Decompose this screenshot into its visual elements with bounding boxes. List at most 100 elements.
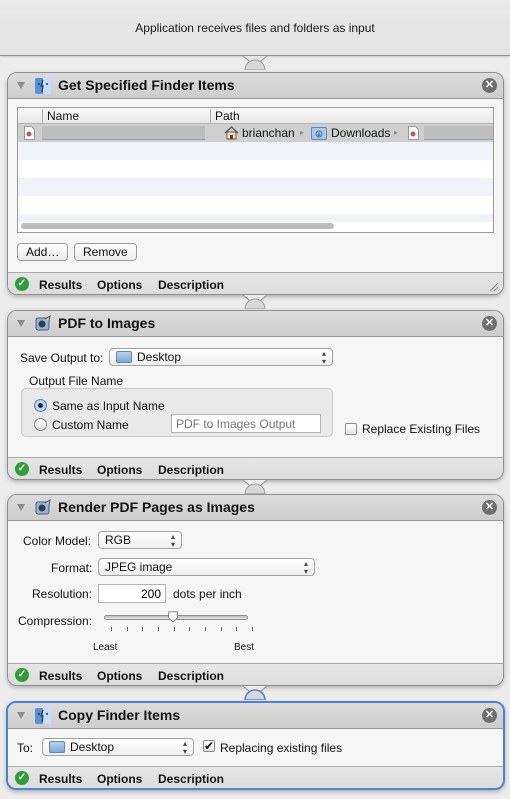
format-popup[interactable]: JPEG image ▴ ▾ — [98, 558, 315, 576]
description-tab[interactable]: Description — [158, 669, 224, 683]
same-as-input-label[interactable]: Same as Input Name — [52, 399, 165, 413]
slider-tick — [189, 627, 191, 631]
format-label: Format: — [51, 561, 93, 575]
workflow-input-banner: Application receives files and folders a… — [0, 0, 510, 56]
action-footer: ✓ Results Options Description — [8, 663, 503, 685]
column-header-name[interactable]: Name — [42, 109, 210, 123]
document-icon — [408, 126, 419, 140]
action-footer: ✓ Results Options Description — [8, 272, 503, 294]
disclosure-triangle-icon[interactable] — [17, 320, 25, 327]
action-pdf-to-images[interactable]: PDF to Images ✕ Save Output to: Desktop … — [7, 310, 504, 480]
table-row-empty — [18, 142, 493, 160]
compression-label: Compression: — [18, 614, 93, 628]
slider-thumb[interactable] — [167, 611, 179, 623]
column-header-path[interactable]: Path — [210, 109, 493, 123]
description-tab[interactable]: Description — [158, 463, 224, 477]
options-tab[interactable]: Options — [97, 463, 142, 477]
action-render-pdf-pages[interactable]: Render PDF Pages as Images ✕ Color Model… — [7, 494, 504, 686]
compression-slider[interactable] — [98, 611, 258, 641]
resize-grip-icon[interactable] — [489, 282, 499, 292]
automator-icon — [35, 499, 51, 515]
action-title: Render PDF Pages as Images — [58, 499, 255, 515]
close-action-button[interactable]: ✕ — [482, 500, 497, 515]
output-file-name-label: Output File Name — [29, 374, 124, 388]
close-action-button[interactable]: ✕ — [482, 78, 497, 93]
action-body: Save Output to: Desktop ▴ ▾ Output File N… — [8, 337, 503, 457]
options-tab[interactable]: Options — [97, 772, 142, 786]
remove-button[interactable]: Remove — [74, 243, 137, 261]
resolution-unit: dots per inch — [173, 587, 242, 601]
action-header[interactable]: Get Specified Finder Items ✕ — [8, 73, 503, 99]
action-header[interactable]: PDF to Images ✕ — [8, 311, 503, 337]
action-copy-finder-items[interactable]: Copy Finder Items ✕ To: Desktop ▴ ▾ ✔ Rep… — [6, 701, 505, 790]
results-tab[interactable]: Results — [39, 463, 82, 477]
save-output-label: Save Output to: — [20, 351, 104, 365]
replacing-existing-label[interactable]: Replacing existing files — [220, 741, 342, 755]
results-tab[interactable]: Results — [39, 772, 82, 786]
action-footer: ✓ Results Options Description — [8, 457, 503, 479]
same-as-input-radio[interactable] — [34, 399, 47, 412]
action-title: PDF to Images — [58, 315, 156, 331]
color-model-value: RGB — [105, 533, 132, 547]
replace-existing-checkbox[interactable] — [345, 423, 357, 435]
input-banner-text: Application receives files and folders a… — [135, 21, 375, 35]
table-row[interactable]: brianchan ▸ Downloads ▸ — [18, 124, 493, 142]
path-segment-home: brianchan — [242, 126, 295, 140]
connector-icon — [242, 686, 268, 700]
options-tab[interactable]: Options — [97, 278, 142, 292]
action-header[interactable]: Render PDF Pages as Images ✕ — [8, 495, 503, 521]
disclosure-triangle-icon[interactable] — [17, 712, 25, 719]
action-footer: ✓ Results Options Description — [8, 766, 503, 788]
slider-tick — [111, 627, 112, 631]
horizontal-scrollbar[interactable] — [21, 223, 334, 229]
resolution-label: Resolution: — [32, 587, 93, 601]
color-model-label: Color Model: — [23, 534, 92, 548]
resolution-input[interactable] — [98, 584, 166, 603]
results-tab[interactable]: Results — [39, 278, 82, 292]
results-tab[interactable]: Results — [39, 669, 82, 683]
slider-tick — [236, 627, 238, 631]
disclosure-triangle-icon[interactable] — [17, 82, 25, 89]
slider-tick — [220, 627, 222, 631]
color-model-popup[interactable]: RGB ▴ ▾ — [98, 531, 182, 549]
folder-icon — [49, 741, 65, 753]
action-header[interactable]: Copy Finder Items ✕ — [8, 703, 503, 729]
status-ok-icon: ✓ — [15, 668, 29, 682]
popup-arrows-icon: ▴ ▾ — [303, 559, 308, 576]
action-get-specified-finder-items[interactable]: Get Specified Finder Items ✕ Name Path b — [7, 72, 504, 295]
description-tab[interactable]: Description — [158, 772, 224, 786]
slider-tick — [173, 627, 175, 631]
replacing-existing-checkbox[interactable]: ✔ — [203, 740, 215, 752]
connector-icon — [242, 295, 268, 309]
finder-items-table[interactable]: Name Path brianchan ▸ Downloads ▸ — [17, 107, 494, 233]
close-action-button[interactable]: ✕ — [482, 708, 497, 723]
document-icon — [24, 126, 35, 140]
custom-name-radio[interactable] — [34, 418, 47, 431]
save-output-popup[interactable]: Desktop ▴ ▾ — [109, 348, 333, 366]
slider-tick — [126, 627, 128, 631]
slider-tick — [158, 627, 159, 631]
disclosure-triangle-icon[interactable] — [17, 504, 25, 511]
connector-icon — [242, 480, 268, 494]
add-button[interactable]: Add… — [17, 243, 69, 261]
status-ok-icon: ✓ — [15, 462, 29, 476]
options-tab[interactable]: Options — [97, 669, 142, 683]
status-ok-icon: ✓ — [15, 277, 29, 291]
home-icon — [224, 126, 239, 140]
action-body: Color Model: RGB ▴ ▾ Format: JPEG image ▴… — [8, 521, 503, 663]
compression-max-label: Best — [234, 642, 255, 653]
table-row-empty — [18, 196, 493, 214]
close-action-button[interactable]: ✕ — [482, 316, 497, 331]
to-label: To: — [17, 741, 34, 755]
output-file-name-group: Same as Input Name Custom Name — [21, 388, 333, 437]
action-title: Get Specified Finder Items — [58, 77, 235, 93]
finder-icon — [35, 708, 51, 724]
connector-icon — [242, 56, 268, 70]
file-path-redacted — [424, 126, 493, 140]
description-tab[interactable]: Description — [158, 278, 224, 292]
popup-arrows-icon: ▴ ▾ — [170, 532, 175, 549]
custom-name-label[interactable]: Custom Name — [52, 418, 129, 432]
to-destination-popup[interactable]: Desktop ▴ ▾ — [42, 738, 194, 756]
custom-name-input[interactable] — [171, 414, 321, 433]
replace-existing-label[interactable]: Replace Existing Files — [362, 422, 480, 436]
